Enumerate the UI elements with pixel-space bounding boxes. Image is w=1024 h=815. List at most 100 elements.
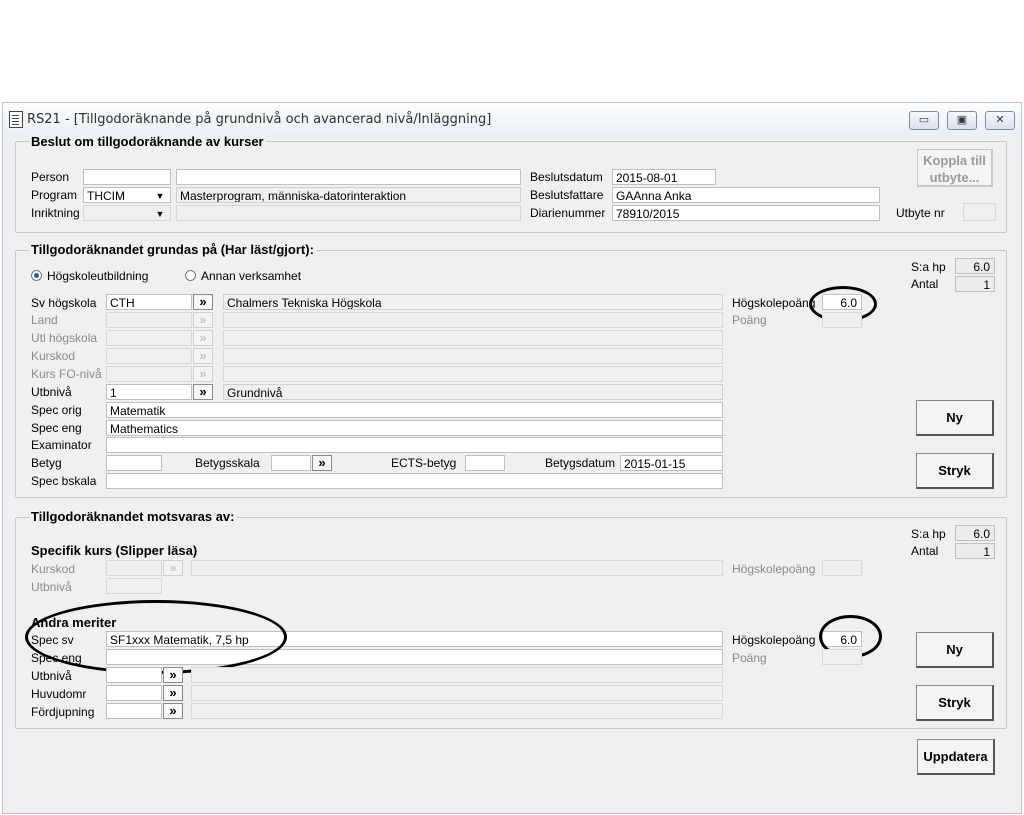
andra-utbniva-field[interactable] (106, 667, 162, 683)
koppla-line2: utbyte... (929, 170, 980, 185)
examinator-field[interactable] (106, 437, 723, 453)
motsvaras-group-title: Tillgodoräknandet motsvaras av: (29, 509, 237, 524)
spec-orig-field[interactable]: Matematik (106, 402, 723, 418)
betyg-label: Betyg (31, 456, 62, 470)
huvudomr-name-field (191, 685, 723, 701)
program-label: Program (31, 188, 78, 202)
huvudomr-field[interactable] (106, 685, 162, 701)
utbniva-name-field: Grundnivå (223, 384, 723, 400)
utl-hogskola-name-field (223, 330, 723, 346)
specifik-kurs-title: Specifik kurs (Slipper läsa) (31, 543, 198, 558)
ects-betyg-label: ECTS-betyg (391, 456, 457, 470)
utbyte-nr-label: Utbyte nr (896, 206, 945, 220)
beslutsdatum-field[interactable]: 2015-08-01 (612, 169, 716, 185)
fordjupning-name-field (191, 703, 723, 719)
land-lookup-button: » (193, 312, 213, 328)
betygsdatum-field[interactable]: 2015-01-15 (620, 455, 723, 471)
spec-bskala-label: Spec bskala (31, 474, 97, 488)
program-name-field: Masterprogram, människa-datorinteraktion (176, 187, 521, 203)
window-title: RS21 - [Tillgodoräknande på grundnivå oc… (27, 112, 492, 127)
andra-poang-label: Poäng (732, 651, 767, 665)
hogskolepoang-label: Högskolepoäng (732, 296, 816, 310)
chevron-down-icon[interactable]: ▼ (155, 207, 165, 221)
sa-hp-value: 6.0 (955, 258, 995, 274)
utbniva-code-field[interactable]: 1 (106, 384, 192, 400)
beslutsfattare-field[interactable]: GAAnna Anka (612, 187, 880, 203)
inriktning-label: Inriktning (31, 206, 80, 220)
application-window: RS21 - [Tillgodoräknande på grundnivå oc… (2, 102, 1022, 814)
land-name-field (223, 312, 723, 328)
andra-utbniva-lookup-button[interactable]: » (163, 667, 183, 683)
examinator-label: Examinator (31, 438, 92, 452)
specifik-kurskod-lookup-button: » (163, 560, 183, 576)
betygsskala-field[interactable] (271, 455, 311, 471)
betyg-field[interactable] (106, 455, 162, 471)
diarienummer-field[interactable]: 78910/2015 (612, 205, 880, 221)
ny-button[interactable]: Ny (916, 400, 994, 436)
spec-eng-field[interactable]: Mathematics (106, 420, 723, 436)
hogskoleutbildning-label: Högskoleutbildning (47, 269, 149, 283)
kurs-fo-niva-lookup-button: » (193, 366, 213, 382)
land-field (106, 312, 192, 328)
specifik-kurskod-field (106, 560, 162, 576)
highlight-ellipse (25, 600, 287, 674)
utbniva-label: Utbnivå (31, 385, 72, 399)
sv-hogskola-lookup-button[interactable]: » (193, 294, 213, 310)
andra-utbniva-label: Utbnivå (31, 669, 72, 683)
restore-button[interactable]: ▣ (947, 111, 977, 130)
betygsskala-lookup-button[interactable]: » (312, 455, 332, 471)
sv-hogskola-label: Sv högskola (31, 296, 97, 310)
motsvaras-ny-button[interactable]: Ny (916, 632, 994, 668)
ects-betyg-field[interactable] (465, 455, 505, 471)
utl-hogskola-field (106, 330, 192, 346)
specifik-kurskod-label: Kurskod (31, 562, 76, 576)
close-button[interactable]: ✕ (985, 111, 1015, 130)
poang-label: Poäng (732, 313, 767, 327)
sv-hogskola-code-field[interactable]: CTH (106, 294, 192, 310)
antal-label: Antal (911, 277, 939, 291)
spec-bskala-field[interactable] (106, 473, 723, 489)
inriktning-name-field (176, 205, 521, 221)
motsvaras-antal-label: Antal (911, 544, 939, 558)
program-code-value: THCIM (87, 189, 125, 203)
stryk-button[interactable]: Stryk (916, 453, 994, 489)
utbyte-nr-field (963, 203, 996, 221)
person-label: Person (31, 170, 70, 184)
huvudomr-label: Huvudomr (31, 687, 87, 701)
motsvaras-sa-hp-label: S:a hp (911, 527, 946, 541)
kurs-fo-niva-name-field (223, 366, 723, 382)
title-bar: RS21 - [Tillgodoräknande på grundnivå oc… (3, 103, 1021, 137)
hogskoleutbildning-radio[interactable] (31, 270, 42, 281)
fordjupning-field[interactable] (106, 703, 162, 719)
document-icon (9, 111, 23, 128)
betygsskala-label: Betygsskala (195, 456, 260, 470)
land-label: Land (31, 313, 58, 327)
chevron-down-icon[interactable]: ▼ (155, 189, 165, 203)
beslut-group-title: Beslut om tillgodoräknande av kurser (29, 134, 266, 149)
motsvaras-stryk-button[interactable]: Stryk (916, 685, 994, 721)
person-id-field[interactable] (83, 169, 171, 185)
koppla-line1: Koppla till (923, 153, 986, 168)
specifik-hogskolepoang-field (822, 560, 862, 576)
diarienummer-label: Diarienummer (530, 206, 606, 220)
minimize-button[interactable]: ▭ (909, 111, 939, 130)
uppdatera-button[interactable]: Uppdatera (917, 739, 995, 775)
kurskod-label: Kurskod (31, 349, 76, 363)
fordjupning-lookup-button[interactable]: » (163, 703, 183, 719)
annan-verksamhet-label: Annan verksamhet (201, 269, 302, 283)
motsvaras-sa-hp-value: 6.0 (955, 525, 995, 541)
sa-hp-label: S:a hp (911, 260, 946, 274)
kurskod-field (106, 348, 192, 364)
utbniva-lookup-button[interactable]: » (193, 384, 213, 400)
person-name-field[interactable] (176, 169, 521, 185)
kurskod-lookup-button: » (193, 348, 213, 364)
antal-value: 1 (955, 276, 995, 292)
kurskod-name-field (223, 348, 723, 364)
andra-poang-field (822, 649, 862, 665)
spec-eng-label: Spec eng (31, 421, 82, 435)
beslutsfattare-label: Beslutsfattare (530, 188, 604, 202)
utl-hogskola-label: Utl högskola (31, 331, 98, 345)
annan-verksamhet-radio[interactable] (185, 270, 196, 281)
koppla-till-utbyte-button[interactable]: Koppla till utbyte... (917, 149, 993, 187)
huvudomr-lookup-button[interactable]: » (163, 685, 183, 701)
